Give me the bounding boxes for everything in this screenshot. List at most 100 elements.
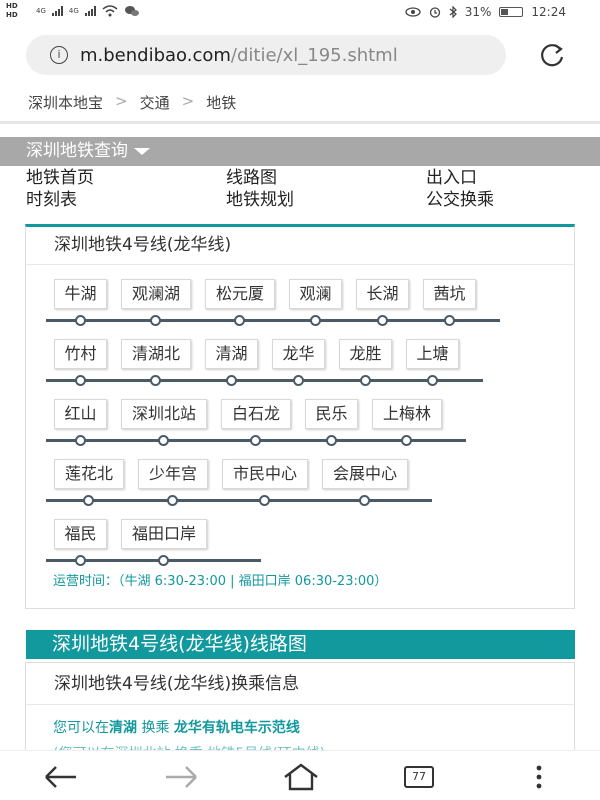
network-type-2: 4G [68, 7, 79, 15]
forward-arrow-icon[interactable] [162, 763, 200, 791]
station-dot [225, 375, 237, 386]
station-button[interactable]: 福田口岸 [121, 519, 207, 549]
hd-indicator: HD HD [6, 2, 18, 20]
wechat-icon [124, 6, 139, 16]
station-dot [359, 495, 370, 506]
station-dot [259, 495, 270, 506]
operating-hours: 运营时间：（牛湖 6:30-23:00 | 福田口岸 06:30-23:00） [53, 570, 387, 589]
station-button[interactable]: 福民 [54, 519, 107, 549]
station-dot [150, 375, 161, 386]
breadcrumb: 深圳本地宝 > 交通 > 地铁 [28, 92, 236, 113]
station-button[interactable]: 长湖 [356, 279, 409, 309]
metro-query-title: 深圳地铁查询 [26, 141, 128, 161]
nav-link-metro-plan[interactable]: 地铁规划 [226, 189, 426, 211]
breadcrumb-separator: > [115, 92, 128, 110]
address-bar[interactable]: i m.bendibao.com/ditie/xl_195.shtml [26, 35, 506, 75]
line-map-header: 深圳地铁4号线(龙华线)线路图 [26, 630, 575, 659]
reload-icon[interactable] [535, 40, 571, 70]
nav-link-metro-home[interactable]: 地铁首页 [26, 167, 226, 189]
station-dot [158, 435, 169, 446]
line-track [46, 319, 500, 322]
station-dot [359, 375, 371, 386]
back-arrow-icon[interactable] [42, 763, 80, 791]
operating-hours-label: 运营时间： [53, 574, 119, 589]
station-dot [309, 315, 321, 326]
station-button[interactable]: 茜坑 [423, 279, 476, 309]
station-dot [150, 315, 161, 326]
station-dot [325, 435, 337, 446]
breadcrumb-traffic[interactable]: 交通 [140, 92, 170, 113]
station-dot [292, 375, 304, 386]
tabs-icon[interactable]: 77 [404, 766, 434, 788]
station-button[interactable]: 清湖北 [121, 339, 191, 369]
station-button[interactable]: 龙胜 [339, 339, 392, 369]
station-button[interactable]: 民乐 [305, 399, 358, 429]
url-path: /ditie/xl_195.shtml [230, 44, 398, 66]
transfer-station-link[interactable]: 清湖 [109, 720, 137, 736]
station-button[interactable]: 红山 [54, 399, 107, 429]
eye-icon [405, 7, 421, 17]
station-dot [401, 435, 412, 446]
station-button[interactable]: 少年宫 [138, 459, 208, 489]
station-dot [74, 555, 86, 566]
station-button[interactable]: 清湖 [205, 339, 258, 369]
station-button[interactable]: 深圳北站 [121, 399, 207, 429]
hd-label-1: HD [6, 2, 18, 10]
breadcrumb-metro[interactable]: 地铁 [206, 92, 236, 113]
station-button[interactable]: 观澜湖 [121, 279, 191, 309]
station-dot [83, 495, 94, 506]
hd-label-2: HD [6, 11, 18, 19]
nav-link-timetable[interactable]: 时刻表 [26, 189, 226, 211]
station-button[interactable]: 市民中心 [222, 459, 308, 489]
metro-query-header[interactable]: 深圳地铁查询 [0, 137, 600, 166]
station-button[interactable]: 牛湖 [54, 279, 107, 309]
transfer-info-1: 您可以在清湖 换乘 龙华有轨电车示范线 [53, 717, 300, 737]
more-icon[interactable] [532, 763, 546, 791]
station-button[interactable]: 上塘 [406, 339, 459, 369]
transfer-panel: 深圳地铁4号线(龙华线)换乘信息 您可以在清湖 换乘 龙华有轨电车示范线 (您可… [25, 662, 575, 762]
transfer-title: 深圳地铁4号线(龙华线)换乘信息 [26, 663, 574, 705]
bluetooth-icon [449, 6, 457, 18]
operating-hours-text: （牛湖 6:30-23:00 | 福田口岸 06:30-23:00） [118, 574, 388, 589]
battery-icon [499, 7, 524, 17]
nav-link-exits[interactable]: 出入口 [426, 167, 586, 189]
station-dot [234, 315, 245, 326]
alarm-icon [429, 7, 440, 18]
status-bar: HD HD 4G 4G 31% 12:24 [0, 0, 600, 26]
station-button[interactable]: 白石龙 [221, 399, 291, 429]
nav-link-line-map[interactable]: 线路图 [226, 167, 426, 189]
station-button[interactable]: 莲花北 [54, 459, 124, 489]
station-dot [167, 495, 178, 506]
station-dot [74, 375, 86, 386]
wifi-icon [102, 5, 118, 17]
divider [0, 121, 600, 124]
station-dot [250, 435, 261, 446]
breadcrumb-separator: > [181, 92, 195, 110]
browser-bottom-nav: 77 [0, 750, 600, 800]
transfer-line-link[interactable]: 龙华有轨电车示范线 [174, 720, 300, 736]
station-button[interactable]: 会展中心 [322, 459, 408, 489]
nav-link-bus-transfer[interactable]: 公交换乘 [426, 189, 586, 211]
metro-nav-links: 地铁首页 线路图 出入口 时刻表 地铁规划 公交换乘 [26, 167, 586, 211]
transfer-text: 您可以在 [53, 720, 109, 736]
station-button[interactable]: 竹村 [54, 339, 107, 369]
url-domain: m.bendibao.com [80, 44, 231, 66]
station-button[interactable]: 上梅林 [372, 399, 442, 429]
station-dot [426, 375, 438, 386]
dropdown-triangle-icon [134, 147, 150, 155]
station-button[interactable]: 观澜 [289, 279, 342, 309]
station-button[interactable]: 松元厦 [205, 279, 275, 309]
network-type-1: 4G [36, 7, 46, 15]
station-dot [74, 315, 86, 326]
station-button[interactable]: 龙华 [272, 339, 325, 369]
station-dot [376, 315, 388, 326]
info-icon[interactable]: i [50, 46, 68, 64]
line-title: 深圳地铁4号线(龙华线) [26, 227, 574, 265]
station-dot [74, 435, 86, 446]
transfer-text: 换乘 [137, 720, 174, 736]
station-dot [443, 315, 455, 326]
battery-percent: 31% [464, 5, 492, 19]
home-icon[interactable] [282, 763, 320, 791]
breadcrumb-home[interactable]: 深圳本地宝 [28, 92, 103, 113]
line-station-panel: 深圳地铁4号线(龙华线) 牛湖 观澜湖 松元厦 观澜 长湖 茜坑竹村 清湖北 清湖 龙华 龙胜 上塘… [25, 224, 575, 609]
